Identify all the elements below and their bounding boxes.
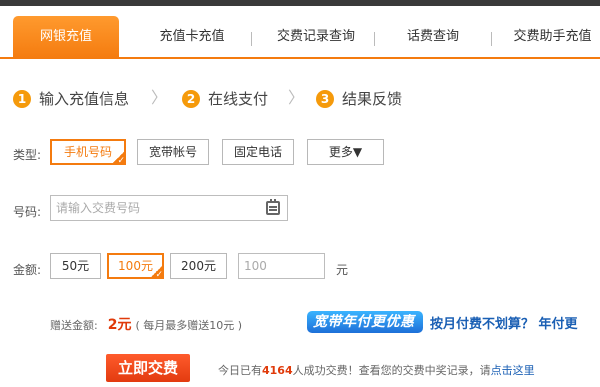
tab-bar: 网银充值 充值卡充值 交费记录查询 话费查询 交费助手充值 (0, 14, 600, 59)
step-label: 输入充值信息 (39, 89, 130, 108)
step-1: 1 输入充值信息 (13, 88, 129, 108)
amount-option-100[interactable]: 100元 ✓ (107, 253, 164, 280)
tab-card-recharge[interactable]: 充值卡充值 (150, 26, 234, 48)
broadband-promo-banner[interactable]: 宽带年付更优惠 (307, 311, 423, 333)
type-more-dropdown[interactable]: 更多▼ (307, 139, 384, 165)
tab-payment-records[interactable]: 交费记录查询 (268, 26, 364, 48)
step-number: 1 (13, 89, 31, 108)
success-count: 4164 (262, 364, 293, 377)
step-number: 2 (182, 89, 200, 108)
step-3: 3 结果反馈 (316, 88, 402, 108)
type-option-mobile[interactable]: 手机号码 ✓ (50, 139, 126, 166)
amount-unit: 元 (336, 263, 349, 277)
tab-separator (251, 32, 252, 46)
selected-check-icon: ✓ (112, 151, 125, 166)
number-label: 号码: (13, 205, 42, 219)
tab-payment-assistant[interactable]: 交费助手充值 (505, 26, 600, 48)
today-stats-note: 今日已有4164人成功交费！查看您的交费中奖记录，请点击这里 (218, 362, 535, 378)
input-placeholder: 请输入交费号码 (56, 201, 141, 215)
amount-option-50[interactable]: 50元 (50, 253, 101, 279)
step-2: 2 在线支付 (182, 88, 268, 108)
step-indicator: 1 输入充值信息 〉 2 在线支付 〉 3 结果反馈 (13, 88, 573, 108)
gift-label: 赠送金额: (50, 319, 98, 332)
promo-link-text[interactable]: 按月付费不划算？ 年付更 (430, 313, 600, 332)
top-bar (0, 0, 600, 6)
amount-option-200[interactable]: 200元 (170, 253, 227, 279)
option-label: 100元 (118, 259, 153, 273)
click-here-link[interactable]: 点击这里 (491, 364, 535, 377)
tab-separator (491, 32, 492, 46)
tab-balance-query[interactable]: 话费查询 (398, 26, 468, 48)
option-label: 手机号码 (63, 145, 112, 159)
note-middle: 人成功交费！查看您的交费中奖记录，请 (292, 364, 491, 377)
type-label: 类型: (13, 148, 42, 162)
type-option-broadband[interactable]: 宽带帐号 (137, 139, 209, 165)
type-option-landline[interactable]: 固定电话 (222, 139, 294, 165)
submit-payment-button[interactable]: 立即交费 (106, 354, 190, 382)
amount-label: 金额: (13, 263, 42, 277)
gift-amount: 2元 (107, 317, 132, 333)
custom-amount-input[interactable]: 100 (238, 253, 325, 279)
contact-book-icon[interactable] (266, 199, 280, 215)
tab-online-banking[interactable]: 网银充值 (13, 16, 119, 59)
selected-check-icon: ✓ (150, 265, 163, 280)
step-label: 在线支付 (208, 89, 269, 108)
chevron-right-icon: 〉 (288, 88, 305, 107)
phone-number-input[interactable]: 请输入交费号码 (50, 195, 288, 221)
gift-amount-row: 赠送金额: 2元( 每月最多赠送10元 ) (50, 316, 242, 334)
tab-separator (374, 32, 375, 46)
step-number: 3 (316, 89, 334, 108)
step-label: 结果反馈 (342, 89, 403, 108)
note-prefix: 今日已有 (218, 364, 262, 377)
chevron-right-icon: 〉 (151, 88, 168, 107)
gift-note: ( 每月最多赠送10元 ) (135, 319, 243, 332)
